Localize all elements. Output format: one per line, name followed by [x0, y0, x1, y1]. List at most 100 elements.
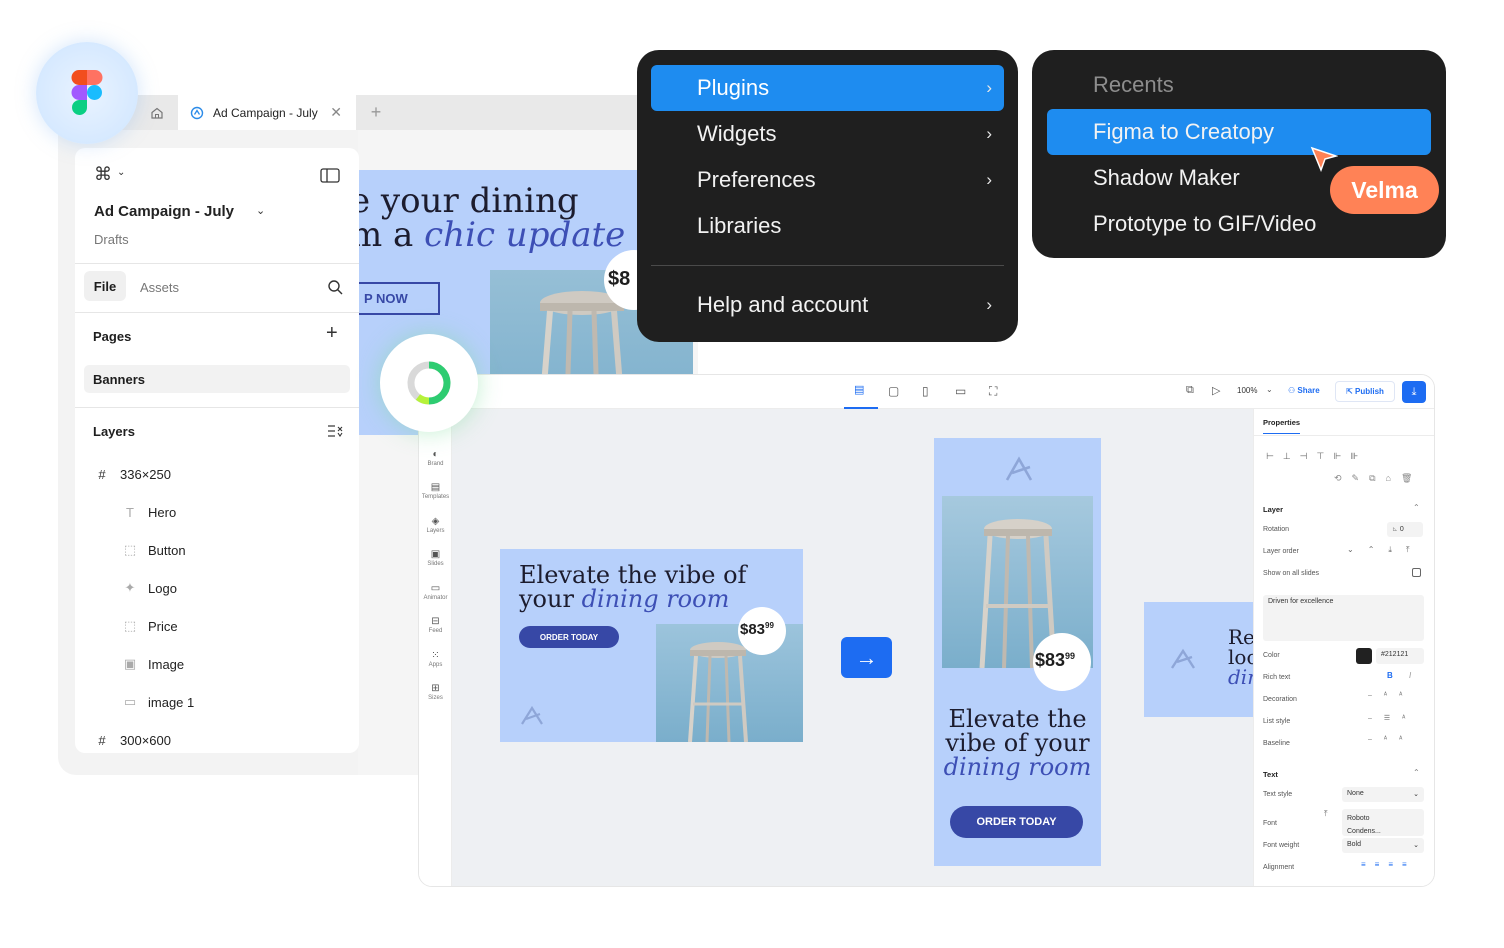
sidebar-item-label: Sizes — [428, 695, 443, 701]
file-location: Drafts — [94, 232, 129, 247]
sidebar-item-layers[interactable]: ◈ Layers — [419, 516, 452, 534]
layer-name: 336×250 — [120, 466, 171, 482]
document-tab[interactable]: Ad Campaign - July ✕ — [178, 95, 356, 130]
sidebar-item-brand[interactable]: ◐ Brand — [419, 449, 452, 467]
figma-menu-icon[interactable]: ⌘ — [94, 164, 112, 185]
sidebar-item-templates[interactable]: ▤ Templates — [419, 482, 452, 500]
list-style-options[interactable]: –☰ᴬ — [1368, 714, 1417, 722]
layer-row[interactable]: ⬚ Price — [75, 607, 359, 645]
tab-file[interactable]: File — [84, 271, 126, 301]
tab-assets[interactable]: Assets — [140, 280, 179, 295]
divider — [75, 407, 359, 408]
convert-arrow-button[interactable]: → — [841, 637, 892, 678]
baseline-options[interactable]: –ᴬᴬ — [1368, 736, 1414, 743]
layer-order-icons[interactable]: ⌄⌃⤓⤒ — [1347, 545, 1423, 555]
page-item-banners[interactable]: Banners — [84, 365, 350, 393]
sidebar-item-label: Slides — [427, 561, 444, 567]
landscape-format-icon[interactable]: ▭ — [955, 384, 966, 398]
file-name-chevron-icon[interactable]: ⌄ — [256, 204, 265, 217]
recent-item-label: Prototype to GIF/Video — [1093, 211, 1317, 236]
collapse-layers-icon[interactable] — [328, 425, 343, 438]
show-on-all-slides-checkbox[interactable] — [1412, 568, 1421, 577]
menu-item-plugins[interactable]: Plugins › — [651, 65, 1004, 111]
recent-item-figma-to-creatopy[interactable]: Figma to Creatopy — [1047, 109, 1431, 155]
banner-300x600[interactable]: $8399 Elevate the vibe of your dining ro… — [934, 438, 1101, 866]
color-swatch[interactable] — [1356, 648, 1372, 664]
upload-font-icon[interactable]: ⤒ — [1324, 809, 1328, 819]
file-name[interactable]: Ad Campaign - July — [94, 203, 234, 220]
banner-partial[interactable]: Re loo din — [1144, 602, 1254, 717]
fit-screen-icon[interactable]: ⛶ — [989, 384, 997, 399]
view-tab-active[interactable]: ▤ — [844, 375, 878, 409]
menu-item-widgets[interactable]: Widgets › — [651, 111, 1004, 157]
layer-name: image 1 — [148, 694, 195, 710]
order-today-button: ORDER TODAY — [519, 626, 619, 648]
menu-item-libraries[interactable]: Libraries — [651, 203, 1004, 249]
new-tab-icon[interactable]: + — [364, 100, 388, 124]
sidebar-item-sizes[interactable]: ⊞ Sizes — [419, 683, 452, 701]
decoration-options[interactable]: –ᴬᴬ — [1368, 692, 1414, 699]
layer-row[interactable]: ⬚ Button — [75, 531, 359, 569]
close-tab-icon[interactable]: ✕ — [330, 104, 342, 121]
banner-336x250[interactable]: Elevate the vibe of your dining room ORD… — [500, 549, 803, 742]
edit-tools-icons[interactable]: ⟲✎⧉⌂🗑 — [1334, 473, 1422, 484]
plugins-menu: Plugins › Widgets › Preferences › Libraries… — [637, 50, 1018, 342]
menu-item-label: Preferences — [697, 167, 816, 192]
home-tab[interactable] — [136, 95, 178, 130]
headline-line-1: Elevate the — [948, 705, 1087, 733]
font-weight-select[interactable]: Bold ⌄ — [1342, 838, 1424, 853]
download-button[interactable]: ⤓ — [1402, 381, 1426, 403]
text-section-heading: Text — [1263, 770, 1278, 779]
collapse-icon[interactable]: ⌃ — [1413, 503, 1420, 512]
layer-row[interactable]: #300×600 — [75, 721, 359, 759]
layout-icon: ▤ — [854, 384, 865, 396]
chevron-right-icon: › — [986, 124, 992, 143]
text-content-field[interactable]: Driven for excellence — [1263, 595, 1424, 641]
zoom-chevron-icon[interactable]: ⌄ — [1266, 385, 1273, 394]
portrait-format-icon[interactable]: ▯ — [922, 384, 929, 398]
menu-item-preferences[interactable]: Preferences › — [651, 157, 1004, 203]
layer-row[interactable]: ▭ image 1 — [75, 683, 359, 721]
text-icon: T — [126, 504, 134, 520]
layer-row[interactable]: ✦ Logo — [75, 569, 359, 607]
preview-icon[interactable]: ⧉ — [1186, 384, 1194, 397]
rotation-input[interactable]: ⊾ 0 — [1387, 522, 1423, 537]
text-style-value: None — [1347, 790, 1364, 797]
layer-row[interactable]: ▣ Image — [75, 645, 359, 683]
collaborator-cursor-label: Velma — [1330, 166, 1439, 214]
color-hex-input[interactable]: #212121 — [1376, 648, 1424, 664]
layer-row[interactable]: T Hero — [75, 493, 359, 531]
collapse-icon[interactable]: ⌃ — [1413, 768, 1420, 777]
text-style-select[interactable]: None ⌄ — [1342, 787, 1424, 802]
share-button[interactable]: ⚇ Share — [1288, 386, 1320, 395]
creatopy-canvas[interactable]: Elevate the vibe of your dining room ORD… — [452, 409, 1254, 886]
add-page-icon[interactable]: + — [326, 322, 338, 345]
rotation-value: 0 — [1399, 526, 1404, 533]
chevron-down-icon[interactable]: ⌄ — [117, 167, 125, 178]
alignment-options[interactable]: ≡≡≡≡ — [1361, 860, 1416, 869]
banner-headline: Elevate the vibe of your dining room — [934, 707, 1101, 779]
play-icon[interactable]: ▷ — [1212, 384, 1220, 397]
publish-button[interactable]: ⇱ Publish — [1335, 381, 1395, 402]
headline-line-2: your — [519, 585, 582, 613]
download-icon: ⤓ — [1411, 385, 1417, 398]
sidebar-item-feed[interactable]: ⊟ Feed — [419, 616, 452, 634]
italic-toggle[interactable]: I — [1409, 671, 1411, 680]
align-tools-icons[interactable]: ⊢⊥⊣⊤⊩⊪ — [1266, 451, 1367, 462]
font-select[interactable]: Roboto Condens... — [1342, 809, 1424, 836]
layer-name: 300×600 — [120, 732, 171, 748]
menu-item-help-and-account[interactable]: Help and account › — [651, 282, 1004, 328]
square-format-icon[interactable]: ▢ — [888, 384, 899, 398]
layer-row[interactable]: #336×250 — [75, 455, 359, 493]
properties-panel: Properties ⊢⊥⊣⊤⊩⊪ ⟲✎⧉⌂🗑 Layer ⌃ Rotation… — [1253, 409, 1434, 886]
sidebar-item-apps[interactable]: ⁙ Apps — [419, 650, 452, 668]
sidebar-item-animator[interactable]: ▭ Animator — [419, 583, 452, 601]
sidebar-item-slides[interactable]: ▣ Slides — [419, 549, 452, 567]
tab-properties[interactable]: Properties — [1263, 418, 1301, 434]
bold-toggle[interactable]: B — [1387, 671, 1393, 680]
search-icon[interactable] — [327, 279, 343, 295]
sidebar-toggle-icon[interactable] — [320, 168, 340, 183]
zoom-level[interactable]: 100% — [1237, 386, 1257, 395]
order-today-button: ORDER TODAY — [950, 806, 1083, 838]
recent-item-label: Figma to Creatopy — [1093, 119, 1274, 144]
